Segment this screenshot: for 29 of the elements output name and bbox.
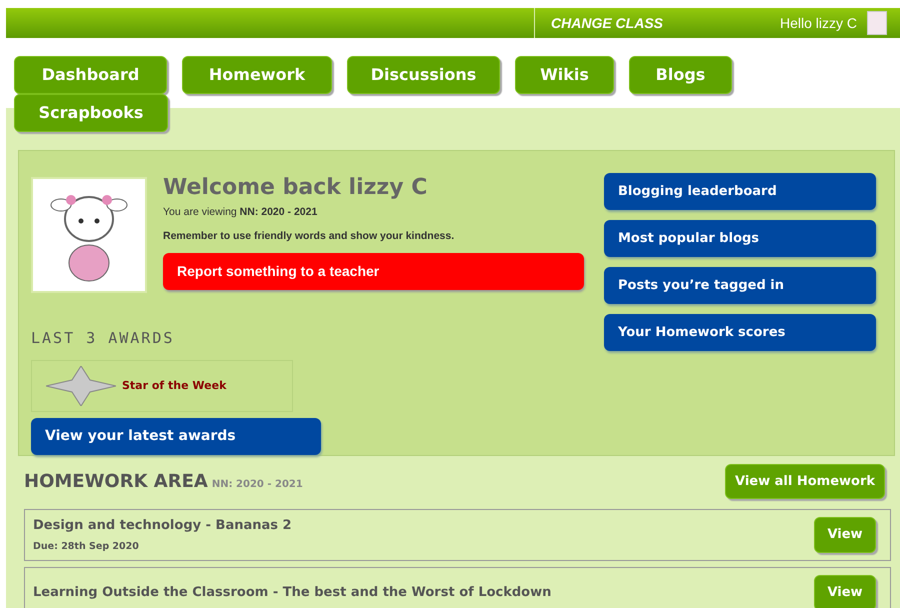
class-label: NN: 2020 - 2021 [212,478,303,492]
nav-tab[interactable]: Homework [182,56,332,94]
change-class-link[interactable]: CHANGE CLASS [534,8,780,38]
side-link-button[interactable]: Your Homework scores [604,314,876,351]
nav-tab[interactable]: Dashboard [14,56,167,94]
nav-tab[interactable]: Blogs [629,56,732,94]
due-date: Due: 28th Sep 2020 [33,540,140,554]
nav-tab[interactable]: Discussions [347,56,500,94]
award-name: Star of the Week [122,378,226,392]
viewing-text: You are viewing NN: 2020 - 2021 [163,205,318,220]
side-link-button[interactable]: Most popular blogs [604,220,876,257]
nav-tab[interactable]: Wikis [515,56,614,94]
star-badge-icon [46,366,116,406]
reminder-text: Remember to use friendly words and show your kindness. [163,228,456,244]
nav-tab[interactable]: Scrapbooks [14,94,168,132]
report-button[interactable]: Report something to a teacher [163,252,584,290]
welcome-title: Welcome back lizzy C [163,177,428,199]
homework-title: Learning Outside the Classroom - The best and the Worst of Lockdown [33,584,552,602]
user-avatar [867,11,888,35]
view-awards-button[interactable]: View your latest awards [31,418,321,454]
greeting-text: Hello lizzy C [780,14,858,33]
awards-heading: LAST 3 AWARDS [31,328,176,349]
view-button[interactable]: View [814,517,876,553]
homework-title: Design and technology - Bananas 2 [33,517,292,536]
homework-heading: HOMEWORK AREA [24,470,208,494]
side-link-button[interactable]: Blogging leaderboard [604,173,876,210]
view-button[interactable]: View [814,575,876,608]
view-all-homework-button[interactable]: View all Homework [725,464,885,499]
side-link-button[interactable]: Posts you’re tagged in [604,267,876,304]
